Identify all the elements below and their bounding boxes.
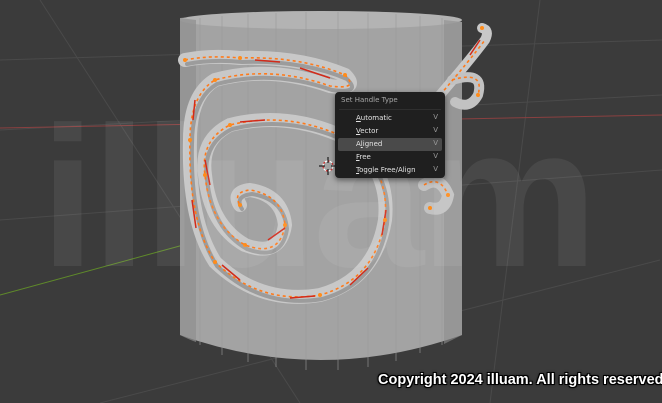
checkmark-icon: V [433, 165, 438, 173]
menu-item-label: Free [356, 153, 371, 161]
checkmark-icon: V [433, 113, 438, 121]
viewport-canvas[interactable] [0, 0, 662, 403]
menu-item-automatic[interactable]: Automatic V [338, 112, 442, 125]
menu-item-free[interactable]: Free V [338, 151, 442, 164]
set-handle-type-menu[interactable]: Set Handle Type Automatic V Vector V Ali… [335, 92, 445, 178]
menu-divider [339, 109, 441, 110]
checkmark-icon: V [433, 139, 438, 147]
menu-item-label: Automatic [356, 114, 392, 122]
menu-item-label: Toggle Free/Align [356, 166, 416, 174]
3d-viewport[interactable]: illuam Set Handle Type Automatic V Vecto… [0, 0, 662, 403]
checkmark-icon: V [433, 152, 438, 160]
menu-item-label: Aligned [356, 140, 383, 148]
menu-item-vector[interactable]: Vector V [338, 125, 442, 138]
menu-title: Set Handle Type [341, 96, 398, 104]
checkmark-icon: V [433, 126, 438, 134]
copyright-notice: Copyright 2024 illuam. All rights reserv… [378, 372, 662, 388]
menu-item-toggle-free-align[interactable]: Toggle Free/Align V [338, 164, 442, 177]
menu-item-label: Vector [356, 127, 379, 135]
menu-item-aligned[interactable]: Aligned V [338, 138, 442, 151]
